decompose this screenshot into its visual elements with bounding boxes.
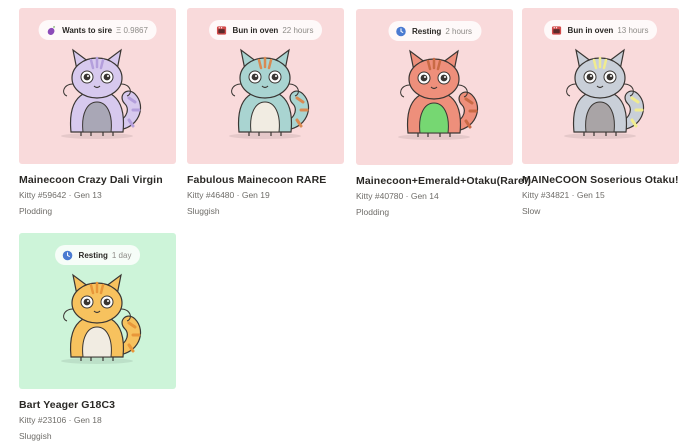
- status-badge: Bun in oven 22 hours: [208, 20, 323, 40]
- eggplant-icon: [47, 25, 55, 35]
- cat-illustration: [564, 48, 645, 139]
- cooldown-speed: Sluggish: [19, 431, 52, 441]
- kitty-id-gen: Kitty #46480 · Gen 19: [187, 190, 270, 200]
- badge-detail: 22 hours: [282, 25, 314, 35]
- kitty-card[interactable]: Resting 2 hours Mainecoon+Emerald+Otaku(…: [356, 9, 531, 217]
- cooldown-speed: Plodding: [19, 206, 53, 216]
- kitty-name[interactable]: Mainecoon+Emerald+Otaku(Rare!): [356, 175, 531, 187]
- badge-detail: 1 day: [111, 250, 132, 260]
- cat-illustration: [61, 48, 142, 139]
- badge-label: Bun in oven: [232, 25, 279, 35]
- status-badge: Wants to sire Ξ 0.9867: [38, 20, 157, 40]
- clock-icon: [395, 26, 406, 36]
- badge-label: Resting: [411, 26, 442, 36]
- kitty-card[interactable]: Resting 1 day Bart Yeager G18C3 Kitty #2…: [19, 233, 176, 441]
- kitty-name[interactable]: Fabulous Mainecoon RARE: [187, 174, 344, 186]
- kitty-image[interactable]: Resting 1 day: [19, 233, 176, 389]
- badge-detail: 13 hours: [617, 25, 649, 35]
- badge-label: Resting: [78, 250, 108, 260]
- status-badge: Resting 2 hours: [387, 21, 482, 41]
- status-badge: Bun in oven 13 hours: [543, 20, 658, 40]
- cooldown-speed: Sluggish: [187, 206, 220, 216]
- kitty-image[interactable]: Bun in oven 13 hours: [522, 8, 679, 164]
- badge-detail: 2 hours: [445, 26, 473, 36]
- kitty-id-gen: Kitty #23106 · Gen 18: [19, 415, 102, 425]
- clock-icon: [62, 250, 72, 260]
- kitty-name[interactable]: Mainecoon Crazy Dali Virgin: [19, 174, 176, 186]
- cat-illustration: [398, 49, 479, 140]
- badge-label: Wants to sire: [62, 25, 113, 35]
- kitty-card[interactable]: Bun in oven 22 hours Fabulous Mainecoon …: [187, 8, 344, 216]
- kitty-card[interactable]: Wants to sire Ξ 0.9867 Mainecoon Crazy D…: [19, 8, 176, 216]
- kitty-id-gen: Kitty #59642 · Gen 13: [19, 190, 102, 200]
- status-badge: Resting 1 day: [54, 245, 141, 265]
- kitty-name[interactable]: Bart Yeager G18C3: [19, 399, 176, 411]
- oven-icon: [551, 25, 561, 35]
- cat-illustration: [229, 48, 310, 139]
- badge-label: Bun in oven: [567, 25, 614, 35]
- cooldown-speed: Plodding: [356, 207, 390, 217]
- cooldown-speed: Slow: [522, 206, 541, 216]
- kitty-image[interactable]: Wants to sire Ξ 0.9867: [19, 8, 176, 164]
- oven-icon: [216, 25, 226, 35]
- kitty-id-gen: Kitty #40780 · Gen 14: [356, 191, 439, 201]
- kitty-name[interactable]: MAINeCOON Soserious Otaku!: [522, 174, 679, 186]
- kitty-id-gen: Kitty #34821 · Gen 15: [522, 190, 605, 200]
- kitty-image[interactable]: Bun in oven 22 hours: [187, 8, 344, 164]
- cat-illustration: [61, 273, 142, 364]
- kitty-card[interactable]: Bun in oven 13 hours MAINeCOON Soserious…: [522, 8, 679, 216]
- kitty-image[interactable]: Resting 2 hours: [356, 9, 513, 165]
- badge-detail: Ξ 0.9867: [116, 25, 148, 35]
